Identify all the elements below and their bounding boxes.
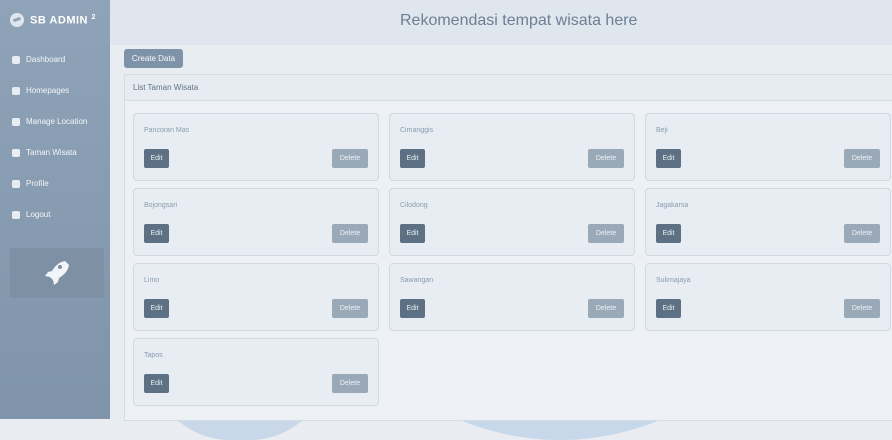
brand-name: SB ADMIN 2 bbox=[30, 13, 96, 27]
list-item: Pancoran Mas Edit Delete bbox=[133, 113, 379, 181]
sidebar-item-logout[interactable]: Logout bbox=[0, 199, 110, 230]
sidebar-item-label: Manage Location bbox=[26, 117, 88, 126]
sidebar-rocket-panel bbox=[10, 248, 104, 298]
sidebar-item-label: Logout bbox=[26, 210, 51, 219]
edit-button[interactable]: Edit bbox=[400, 149, 425, 168]
list-item: Sukmajaya Edit Delete bbox=[645, 263, 891, 331]
item-name: Cimanggis bbox=[400, 127, 434, 134]
list-item: Limo Edit Delete bbox=[133, 263, 379, 331]
sidebar-item-manage-location[interactable]: Manage Location bbox=[0, 106, 110, 137]
edit-button[interactable]: Edit bbox=[656, 149, 681, 168]
item-name: Sukmajaya bbox=[656, 277, 691, 284]
edit-button[interactable]: Edit bbox=[656, 299, 681, 318]
list-item: Jagakarsa Edit Delete bbox=[645, 188, 891, 256]
delete-button[interactable]: Delete bbox=[332, 299, 368, 318]
top-header: Rekomendasi tempat wisata here bbox=[110, 0, 892, 45]
delete-button[interactable]: Delete bbox=[332, 224, 368, 243]
item-name: Cilodong bbox=[400, 202, 428, 209]
item-name: Tapos bbox=[144, 352, 163, 359]
edit-button[interactable]: Edit bbox=[144, 374, 169, 393]
main-content: Rekomendasi tempat wisata here Create Da… bbox=[110, 0, 892, 421]
delete-button[interactable]: Delete bbox=[588, 149, 624, 168]
edit-button[interactable]: Edit bbox=[144, 299, 169, 318]
sidebar-item-profile[interactable]: Profile bbox=[0, 168, 110, 199]
sidebar-item-homepages[interactable]: Homepages bbox=[0, 75, 110, 106]
brand-logo-icon bbox=[10, 13, 24, 27]
delete-button[interactable]: Delete bbox=[332, 374, 368, 393]
list-item: Beji Edit Delete bbox=[645, 113, 891, 181]
edit-button[interactable]: Edit bbox=[400, 224, 425, 243]
sidebar: SB ADMIN 2 Dashboard Homepages Manage Lo… bbox=[0, 0, 110, 419]
edit-button[interactable]: Edit bbox=[400, 299, 425, 318]
logout-icon bbox=[12, 210, 20, 219]
park-icon bbox=[12, 148, 20, 157]
location-icon bbox=[12, 117, 20, 126]
sidebar-item-label: Profile bbox=[26, 179, 49, 188]
list-item: Bojongsari Edit Delete bbox=[133, 188, 379, 256]
sidebar-item-label: Homepages bbox=[26, 86, 70, 95]
item-name: Bojongsari bbox=[144, 202, 178, 209]
delete-button[interactable]: Delete bbox=[844, 224, 880, 243]
brand[interactable]: SB ADMIN 2 bbox=[0, 0, 110, 40]
sidebar-item-dashboard[interactable]: Dashboard bbox=[0, 44, 110, 75]
home-icon bbox=[12, 86, 20, 95]
item-name: Pancoran Mas bbox=[144, 127, 190, 134]
dashboard-icon bbox=[12, 55, 20, 64]
item-name: Jagakarsa bbox=[656, 202, 689, 209]
delete-button[interactable]: Delete bbox=[588, 299, 624, 318]
edit-button[interactable]: Edit bbox=[656, 224, 681, 243]
item-name: Sawangan bbox=[400, 277, 434, 284]
sidebar-nav: Dashboard Homepages Manage Location Tama… bbox=[0, 44, 110, 230]
list-card: List Taman Wisata Pancoran Mas Edit Dele… bbox=[124, 74, 892, 421]
list-item: Cilodong Edit Delete bbox=[389, 188, 635, 256]
page-title: Rekomendasi tempat wisata here bbox=[400, 12, 638, 29]
delete-button[interactable]: Delete bbox=[844, 149, 880, 168]
delete-button[interactable]: Delete bbox=[332, 149, 368, 168]
list-card-title: List Taman Wisata bbox=[125, 75, 892, 101]
list-item: Sawangan Edit Delete bbox=[389, 263, 635, 331]
item-name: Limo bbox=[144, 277, 160, 284]
edit-button[interactable]: Edit bbox=[144, 149, 169, 168]
sidebar-item-label: Dashboard bbox=[26, 55, 66, 64]
delete-button[interactable]: Delete bbox=[844, 299, 880, 318]
list-item: Tapos Edit Delete bbox=[133, 338, 379, 406]
delete-button[interactable]: Delete bbox=[588, 224, 624, 243]
sidebar-item-taman-wisata[interactable]: Taman Wisata bbox=[0, 137, 110, 168]
user-icon bbox=[12, 179, 20, 188]
rocket-icon bbox=[45, 261, 69, 285]
edit-button[interactable]: Edit bbox=[144, 224, 169, 243]
list-item: Cimanggis Edit Delete bbox=[389, 113, 635, 181]
sidebar-item-label: Taman Wisata bbox=[26, 148, 77, 157]
create-data-button[interactable]: Create Data bbox=[124, 49, 183, 68]
item-name: Beji bbox=[656, 127, 668, 134]
